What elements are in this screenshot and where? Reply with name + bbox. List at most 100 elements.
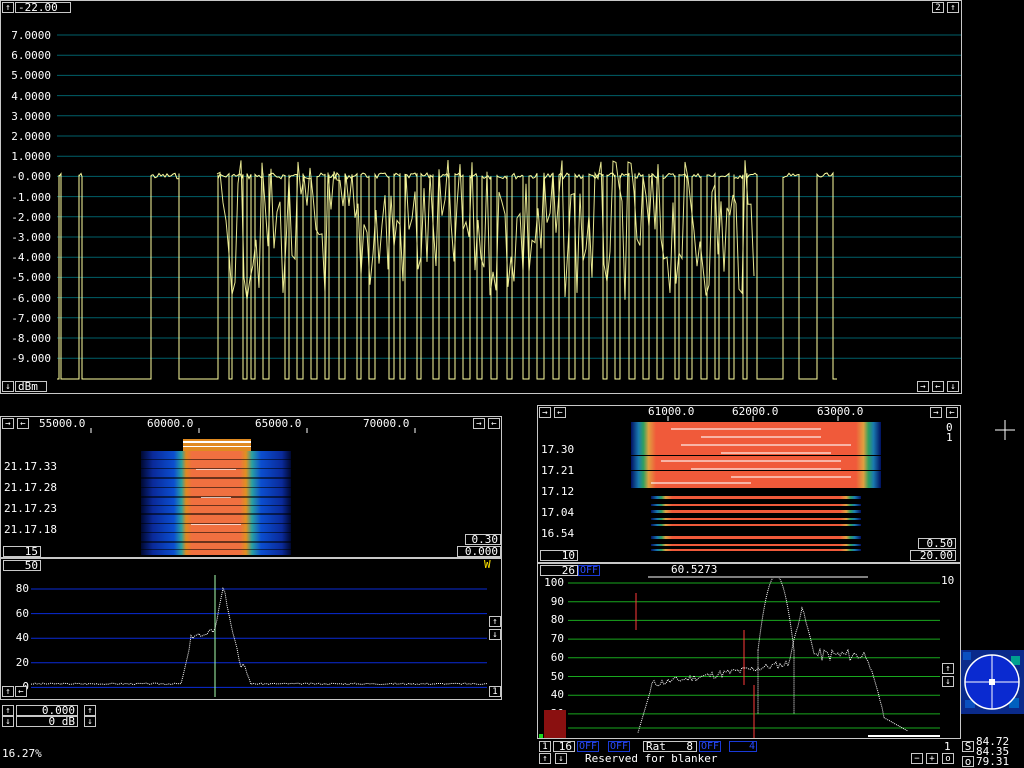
right-waterfall-panel: → ← → ← 61000.0 62000.0 63000.0 0 1 17.3… <box>537 405 961 563</box>
right-spec-green-tick <box>539 734 543 738</box>
right-rat-value: 8 <box>686 740 693 753</box>
top-graph-panel: ↑ -22.00 2 ↑ 7.0000 6.0000 5.0000 4.0000 3.0… <box>0 0 962 394</box>
right-wf-time-label-1: 17.30 <box>541 443 575 456</box>
left-wf-offset-box[interactable]: 0.000 <box>457 546 501 557</box>
right-bottom-off-button-2[interactable]: OFF <box>608 741 631 752</box>
left-spec-y-label: 60 <box>15 606 29 620</box>
top-trace-plot <box>57 34 961 380</box>
left-wf-time-label-2: 21.17.28 <box>4 481 57 494</box>
right-spec-level-bar <box>544 710 566 738</box>
top-ref-level-box[interactable]: -22.00 <box>15 2 71 13</box>
top-y-label: 1.0000 <box>11 150 51 164</box>
right-spec-down-arrow-button[interactable]: ↓ <box>942 676 954 687</box>
polar-scope-icon <box>961 650 1024 714</box>
right-spectrum-plot <box>568 578 940 738</box>
right-wf-offset-box[interactable]: 20.00 <box>910 550 956 561</box>
right-status-down-arrow-button[interactable]: ↓ <box>555 753 567 764</box>
right-spec-off-button[interactable]: OFF <box>578 565 601 576</box>
left-wf-freq-ticks <box>90 428 416 433</box>
top-y-label: -7.000 <box>11 311 51 325</box>
left-db-down-arrow-right-button[interactable]: ↓ <box>84 716 96 727</box>
left-spec-left-arrow-button[interactable]: ← <box>15 686 27 697</box>
top-y-label: 5.0000 <box>11 69 51 83</box>
top-y-label: -1.000 <box>11 190 51 204</box>
left-spec-trace <box>31 587 487 686</box>
top-right-arrow-button[interactable]: → <box>917 381 929 392</box>
right-bottom-off-button-1[interactable]: OFF <box>577 741 600 752</box>
meter-s-button[interactable]: S <box>962 741 974 752</box>
right-bottom-box-1[interactable]: 1 <box>539 741 551 752</box>
top-trace-modulation <box>216 159 755 300</box>
left-wf-time-label-3: 21.17.23 <box>4 502 57 515</box>
right-wf-avg-box[interactable]: 10 <box>540 550 578 561</box>
left-spec-avg-box[interactable]: 50 <box>3 560 41 571</box>
left-level-up-arrow-button[interactable]: ↑ <box>2 705 14 716</box>
left-wf-avg-box[interactable]: 15 <box>3 546 41 557</box>
top-y-label: -0.000 <box>11 170 51 184</box>
left-wf-time-label-4: 21.17.18 <box>4 523 57 536</box>
left-level-up-arrow-right-button[interactable]: ↑ <box>84 705 96 716</box>
right-o-button[interactable]: o <box>942 753 954 764</box>
meter-o-value: 79.31 <box>976 755 1010 768</box>
left-db-value-box[interactable]: 0 dB <box>16 716 78 727</box>
right-wf-gain-box[interactable]: 0.50 <box>918 538 956 549</box>
right-spec-up-arrow-button[interactable]: ↑ <box>942 663 954 674</box>
left-spec-down-arrow-button[interactable]: ↓ <box>489 629 501 640</box>
right-spec-avg-box[interactable]: 26 <box>540 565 578 576</box>
top-y-label: -6.000 <box>11 291 51 305</box>
top-unit-box[interactable]: dBm <box>15 381 47 392</box>
right-wf-time-label-2: 17.21 <box>541 464 575 477</box>
top-y-label: 7.0000 <box>11 29 51 42</box>
left-spectrum-plot <box>31 575 487 697</box>
top-y-label: -9.000 <box>11 352 51 366</box>
right-wf-time-label-5: 16.54 <box>541 527 575 540</box>
right-spec-y-label: 70 <box>550 632 564 646</box>
right-wf-time-label-3: 17.12 <box>541 485 575 498</box>
cpu-percent-label: 16.27% <box>2 747 42 760</box>
right-plus-button[interactable]: + <box>926 753 938 764</box>
top-up-arrow-right-button[interactable]: ↑ <box>947 2 959 13</box>
left-spec-bottom-right-number[interactable]: 1 <box>489 686 501 697</box>
left-wf-gain-box[interactable]: 0.30 <box>465 534 501 545</box>
right-minus-button[interactable]: − <box>911 753 923 764</box>
top-down-arrow-button[interactable]: ↓ <box>2 381 14 392</box>
right-waterfall-image <box>631 422 881 551</box>
top-left-arrow-button[interactable]: ← <box>932 381 944 392</box>
top-y-label: -4.000 <box>11 251 51 265</box>
right-bottom-value-4[interactable]: 4 <box>729 741 757 752</box>
left-spec-y-label: 40 <box>15 631 29 645</box>
right-wf-side-number-2: 1 <box>946 431 953 444</box>
right-spec-y-label: 40 <box>550 688 564 702</box>
right-spec-y-label: 60 <box>550 650 564 664</box>
top-y-label: 4.0000 <box>11 89 51 103</box>
right-status-up-arrow-button[interactable]: ↑ <box>539 753 551 764</box>
crosshair-cursor-icon <box>995 420 1015 440</box>
right-spec-y-label: 50 <box>550 669 564 683</box>
left-wf-time-label-1: 21.17.33 <box>4 460 57 473</box>
top-trace-line <box>57 171 837 380</box>
right-spec-y-label: 90 <box>550 594 564 608</box>
top-y-label: -3.000 <box>11 231 51 244</box>
right-spec-center-freq: 60.5273 <box>671 563 718 576</box>
top-y-label: -2.000 <box>11 210 51 224</box>
blanker-status-text: Reserved for blanker <box>585 752 718 765</box>
left-db-down-arrow-button[interactable]: ↓ <box>2 716 14 727</box>
left-spec-y-label: 20 <box>15 655 29 669</box>
top-y-label: 2.0000 <box>11 130 51 143</box>
top-down-arrow-right-button[interactable]: ↓ <box>947 381 959 392</box>
right-rat-box[interactable]: Rat 8 <box>643 741 697 752</box>
top-trace-number-box[interactable]: 2 <box>932 2 944 13</box>
top-y-label: 3.0000 <box>11 109 51 123</box>
left-spec-up-arrow-button[interactable]: ↑ <box>489 616 501 627</box>
right-spectrum-panel: 26 OFF 60.5273 10 10090807060504030 ↑ ↓ <box>537 563 961 739</box>
left-spec-up-arrow-bottom-button[interactable]: ↑ <box>2 686 14 697</box>
right-bottom-off-button-3[interactable]: OFF <box>699 741 722 752</box>
top-up-arrow-button[interactable]: ↑ <box>2 2 14 13</box>
right-spec-y-label: 80 <box>550 613 564 627</box>
left-spec-w-label: W <box>484 558 491 571</box>
meter-o-button[interactable]: o <box>962 756 974 767</box>
right-wf-time-label-4: 17.04 <box>541 506 575 519</box>
top-y-label: -5.000 <box>11 271 51 285</box>
right-bottom-box-16[interactable]: 16 <box>553 741 575 752</box>
top-y-label: -8.000 <box>11 332 51 345</box>
